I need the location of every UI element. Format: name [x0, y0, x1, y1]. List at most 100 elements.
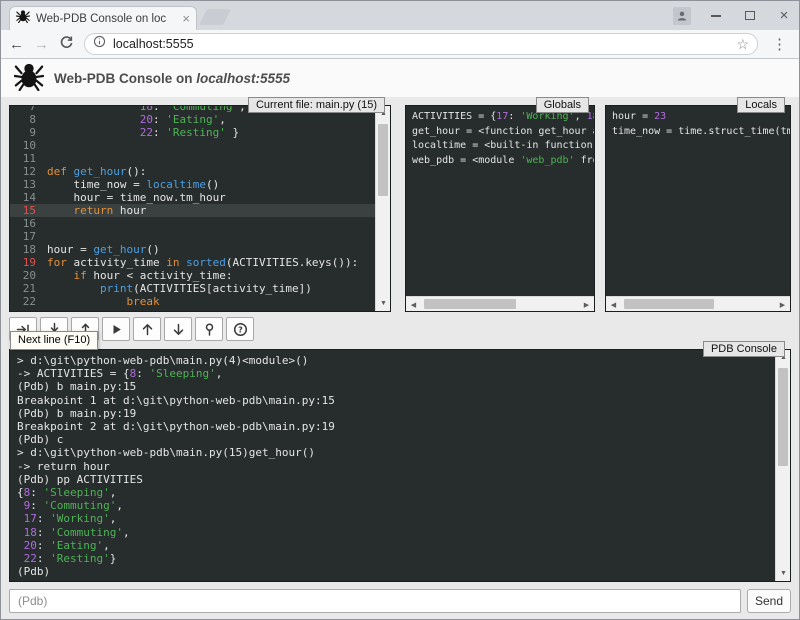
code-line: 10 [10, 139, 375, 152]
web-pdb-logo-icon [14, 61, 44, 96]
page-title: Web-PDB Console on localhost:5555 [54, 71, 290, 86]
code-text: return hour [47, 204, 146, 217]
scroll-right-icon[interactable]: ▶ [775, 297, 790, 312]
line-number[interactable]: 15 [10, 204, 36, 217]
console-line: (Pdb) b main.py:19 [17, 407, 775, 420]
code-text: for activity_time in sorted(ACTIVITIES.k… [47, 256, 358, 269]
scroll-left-icon[interactable]: ◀ [606, 297, 621, 312]
back-icon[interactable]: ← [9, 37, 24, 52]
url-box[interactable]: localhost:5555 ☆ [84, 33, 758, 55]
scroll-thumb[interactable] [378, 124, 388, 196]
window-controls: × [673, 1, 793, 30]
code-line: 15 return hour [10, 204, 375, 217]
line-number[interactable]: 20 [10, 269, 36, 282]
scroll-right-icon[interactable]: ▶ [579, 297, 594, 312]
code-line: 8 20: 'Eating', [10, 113, 375, 126]
send-button[interactable]: Send [747, 589, 791, 613]
code-line: 11 [10, 152, 375, 165]
line-number[interactable]: 11 [10, 152, 36, 165]
line-number[interactable]: 19 [10, 256, 36, 269]
locals-scrollbar[interactable]: ◀ ▶ [606, 296, 790, 311]
console-line: (Pdb) pp ACTIVITIES [17, 473, 775, 486]
line-number[interactable]: 22 [10, 295, 36, 308]
line-number[interactable]: 16 [10, 217, 36, 230]
globals-panel: Globals ACTIVITIES = {17: 'Working', 18:… [405, 105, 595, 312]
code-line: 19 for activity_time in sorted(ACTIVITIES… [10, 256, 375, 269]
code-line: 21 print(ACTIVITIES[activity_time]) [10, 282, 375, 295]
locals-panel: Locals hour = 23time_now = time.struct_t… [605, 105, 791, 312]
code-text: time_now = localtime() [47, 178, 219, 191]
console-line: (Pdb) [17, 565, 775, 578]
browser-tab[interactable]: Web-PDB Console on loc × [9, 6, 197, 30]
frame-down-button[interactable] [164, 317, 192, 341]
code-text: 22: 'Resting' } [47, 126, 239, 139]
scroll-thumb[interactable] [424, 299, 516, 309]
code-text: print(ACTIVITIES[activity_time]) [47, 282, 312, 295]
code-line: 14 hour = time_now.tm_hour [10, 191, 375, 204]
code-line: 9 22: 'Resting' } [10, 126, 375, 139]
frame-down-icon [171, 322, 186, 337]
variable-line: web_pdb = <module 'web_pdb' from ' [412, 154, 594, 169]
frame-up-button[interactable] [133, 317, 161, 341]
console-view[interactable]: > d:\git\python-web-pdb\main.py(4)<modul… [10, 350, 775, 581]
code-text: break [47, 295, 160, 308]
scroll-left-icon[interactable]: ◀ [406, 297, 421, 312]
variable-line: get_hour = <function get_hour at 0x [412, 125, 594, 140]
console-scrollbar[interactable]: ▲ ▼ [775, 350, 790, 581]
address-bar: ← → localhost:5555 ☆ ⋮ [1, 30, 799, 59]
frame-up-icon [140, 322, 155, 337]
help-button[interactable]: ? [226, 317, 254, 341]
line-number[interactable]: 7 [10, 106, 36, 113]
code-view[interactable]: 7 18: 'Commuting',8 20: 'Eating',9 22: '… [10, 106, 375, 311]
variable-line: localtime = <built-in function loca [412, 139, 594, 154]
console-line: 20: 'Eating', [17, 539, 775, 552]
continue-button[interactable] [102, 317, 130, 341]
forward-icon[interactable]: → [34, 37, 49, 52]
line-number[interactable]: 21 [10, 282, 36, 295]
bookmark-star-icon[interactable]: ☆ [736, 36, 749, 53]
console-line: Breakpoint 2 at d:\git\python-web-pdb\ma… [17, 420, 775, 433]
line-number[interactable]: 17 [10, 230, 36, 243]
line-number[interactable]: 13 [10, 178, 36, 191]
console-line: {8: 'Sleeping', [17, 486, 775, 499]
line-number[interactable]: 14 [10, 191, 36, 204]
code-line: 20 if hour < activity_time: [10, 269, 375, 282]
minimize-button[interactable] [707, 7, 725, 25]
code-text: 20: 'Eating', [47, 113, 226, 126]
scroll-thumb[interactable] [778, 368, 788, 466]
browser-window: Web-PDB Console on loc × × ← → [0, 0, 800, 620]
web-pdb-page: Web-PDB Console on localhost:5555 Curren… [1, 59, 799, 619]
code-line: 22 break [10, 295, 375, 308]
tab-title: Web-PDB Console on loc [36, 13, 176, 25]
line-number[interactable]: 10 [10, 139, 36, 152]
pdb-command-input[interactable] [9, 589, 741, 613]
scroll-thumb[interactable] [624, 299, 714, 309]
line-number[interactable]: 18 [10, 243, 36, 256]
globals-view[interactable]: ACTIVITIES = {17: 'Working', 18: 'get_ho… [406, 106, 594, 296]
profile-button[interactable] [673, 7, 691, 25]
console-line: 22: 'Resting'} [17, 552, 775, 565]
close-button[interactable]: × [775, 7, 793, 25]
line-number[interactable]: 9 [10, 126, 36, 139]
code-line: 12def get_hour(): [10, 165, 375, 178]
locals-view[interactable]: hour = 23time_now = time.struct_time(tm_… [606, 106, 790, 296]
tab-close-icon[interactable]: × [182, 13, 190, 25]
console-line: 18: 'Commuting', [17, 526, 775, 539]
line-number[interactable]: 12 [10, 165, 36, 178]
browser-menu-icon[interactable]: ⋮ [768, 35, 791, 53]
code-scrollbar[interactable]: ▲ ▼ [375, 106, 390, 311]
info-icon[interactable] [93, 35, 106, 53]
svg-text:?: ? [238, 325, 243, 334]
scroll-down-icon[interactable]: ▼ [376, 296, 391, 311]
scroll-down-icon[interactable]: ▼ [776, 566, 791, 581]
url-text[interactable]: localhost:5555 [113, 37, 729, 51]
console-line: (Pdb) c [17, 433, 775, 446]
maximize-button[interactable] [741, 7, 759, 25]
line-number[interactable]: 8 [10, 113, 36, 126]
new-tab-button[interactable] [199, 9, 231, 25]
reload-icon[interactable] [59, 35, 74, 53]
continue-icon [109, 322, 124, 337]
console-line: (Pdb) b main.py:15 [17, 380, 775, 393]
globals-scrollbar[interactable]: ◀ ▶ [406, 296, 594, 311]
where-button[interactable] [195, 317, 223, 341]
